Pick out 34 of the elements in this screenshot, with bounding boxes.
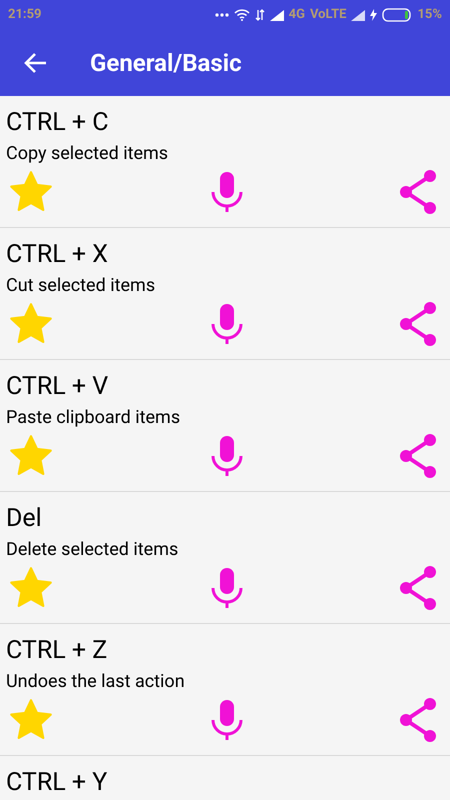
status-time: 21:59	[8, 6, 42, 24]
signal-icon	[351, 10, 366, 20]
microphone-icon[interactable]	[210, 435, 244, 477]
share-icon[interactable]	[398, 565, 438, 611]
microphone-icon[interactable]	[210, 171, 244, 213]
wifi-icon	[234, 9, 250, 21]
microphone-icon[interactable]	[210, 699, 244, 741]
more-icon	[214, 13, 229, 17]
network-type: 4G	[288, 6, 305, 24]
battery-icon	[382, 8, 412, 22]
shortcut-keys: CTRL + C	[6, 108, 444, 138]
share-icon[interactable]	[398, 301, 438, 347]
share-icon[interactable]	[398, 433, 438, 479]
shortcut-keys: Del	[6, 504, 444, 534]
shortcut-description: Delete selected items	[6, 538, 180, 562]
shortcut-keys: CTRL + V	[6, 372, 444, 402]
signal-icon	[270, 10, 284, 20]
microphone-icon[interactable]	[210, 567, 244, 609]
shortcut-description: Cut selected items	[6, 274, 156, 298]
shortcut-description: Undoes the last action	[6, 670, 186, 694]
shortcut-description: Paste clipboard items	[6, 406, 182, 430]
battery-percent: 15%	[417, 6, 442, 24]
app-bar-title: General/Basic	[90, 48, 242, 79]
shortcut-keys: CTRL + Y	[6, 768, 444, 798]
shortcut-description: Copy selected items	[6, 142, 170, 166]
share-icon[interactable]	[398, 169, 438, 215]
shortcut-keys: CTRL + X	[6, 240, 444, 270]
volte-label: VoLTE	[310, 6, 346, 24]
charging-icon	[370, 9, 378, 21]
share-icon[interactable]	[398, 697, 438, 743]
back-icon	[23, 52, 47, 74]
data-arrows-icon	[254, 9, 265, 21]
shortcut-keys: CTRL + Z	[6, 636, 444, 666]
microphone-icon[interactable]	[210, 303, 244, 345]
